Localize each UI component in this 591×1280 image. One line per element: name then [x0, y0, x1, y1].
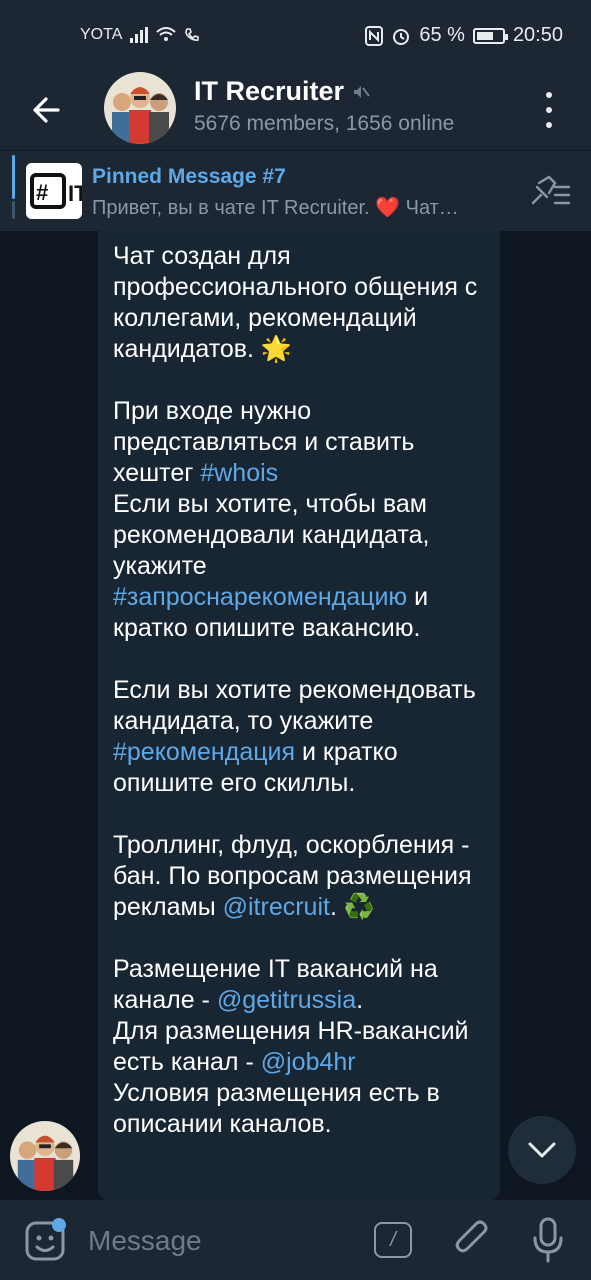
group-avatar-illustration — [104, 72, 176, 144]
pinned-preview: Привет, вы в чате IT Recruiter. ❤️ Чат… — [92, 197, 459, 219]
pinned-thumbnail: # IT — [26, 163, 82, 219]
chat-area[interactable]: Чат создан для профессионального общения… — [0, 231, 591, 1200]
message-paragraph: При входе нужно представляться и ставить… — [113, 396, 493, 644]
microphone-icon[interactable] — [530, 1216, 566, 1264]
nfc-icon — [365, 25, 384, 46]
carrier-label: YOTA — [80, 26, 123, 43]
chevron-down-icon — [528, 1142, 556, 1158]
muted-icon — [354, 85, 370, 98]
message-paragraph: Если вы хотите рекомендовать кандидата, … — [113, 675, 493, 799]
status-right: 65 % 20:50 — [365, 24, 563, 47]
pinned-thumbnail-logo: # IT — [26, 163, 82, 219]
signal-icon — [130, 27, 149, 43]
pinned-message-bar[interactable]: # IT Pinned Message #7 Привет, вы в чате… — [0, 150, 591, 231]
more-options-icon[interactable] — [537, 92, 561, 128]
message-text: Чат создан для профессионального общения… — [113, 241, 493, 1171]
pinned-indicator-inactive — [12, 201, 15, 219]
mention-itrecruit-link[interactable]: @itrecruit — [223, 893, 330, 921]
sender-avatar[interactable] — [10, 1121, 80, 1191]
paragraph-text: . — [356, 986, 364, 1014]
chat-title[interactable]: IT Recruiter — [194, 76, 344, 107]
chat-subtitle: 5676 members, 1656 online — [194, 112, 455, 135]
call-icon — [185, 28, 200, 41]
paragraph-text: Если вы хотите, чтобы вам рекомендовали … — [113, 490, 430, 580]
battery-percent: 65 % — [419, 24, 465, 46]
wifi-icon — [156, 27, 177, 41]
back-arrow-icon[interactable] — [28, 90, 68, 130]
message-paragraph: Чат создан для профессионального общения… — [113, 241, 493, 365]
message-bubble[interactable]: Чат создан для профессионального общения… — [98, 231, 500, 1200]
svg-text:#: # — [36, 180, 48, 205]
paragraph-text: Чат создан для профессионального общения… — [113, 242, 478, 363]
scroll-down-button[interactable] — [508, 1116, 576, 1184]
mention-job4hr-link[interactable]: @job4hr — [261, 1048, 356, 1076]
new-stickers-badge — [52, 1218, 66, 1232]
battery-icon — [472, 27, 508, 44]
status-left: YOTA — [80, 26, 200, 44]
title-row[interactable]: IT Recruiter — [194, 76, 370, 107]
mention-getitrussia-link[interactable]: @getitrussia — [217, 986, 356, 1014]
message-paragraph: Размещение IT вакансий на канале - @geti… — [113, 954, 493, 1140]
alarm-icon — [393, 28, 410, 45]
paragraph-text: . ♻️ — [329, 893, 375, 921]
svg-text:IT: IT — [68, 181, 82, 206]
paragraph-text: Если вы хотите рекомендовать кандидата, … — [113, 676, 476, 735]
status-bar: YOTA 65 % 20:50 — [0, 0, 591, 72]
chat-avatar[interactable] — [104, 72, 176, 144]
attach-icon[interactable] — [452, 1218, 492, 1264]
paragraph-text: Условия размещения есть в описании канал… — [113, 1079, 440, 1138]
clock: 20:50 — [512, 24, 563, 46]
hashtag-recommendation-link[interactable]: #рекомендация — [113, 738, 295, 766]
chat-header: IT Recruiter 5676 members, 1656 online — [0, 72, 591, 150]
sender-avatar-illustration — [10, 1121, 80, 1191]
message-paragraph: Троллинг, флуд, оскорбления - бан. По во… — [113, 830, 493, 923]
message-input-bar: / — [0, 1200, 591, 1280]
pinned-indicator-active — [12, 155, 15, 199]
bot-commands-button[interactable]: / — [374, 1222, 412, 1258]
pinned-title: Pinned Message #7 — [92, 165, 286, 188]
message-input[interactable] — [86, 1222, 350, 1260]
hashtag-request-link[interactable]: #запроснарекомендацию — [113, 583, 407, 611]
pinned-list-icon[interactable] — [527, 173, 571, 209]
hashtag-whois-link[interactable]: #whois — [200, 459, 278, 487]
